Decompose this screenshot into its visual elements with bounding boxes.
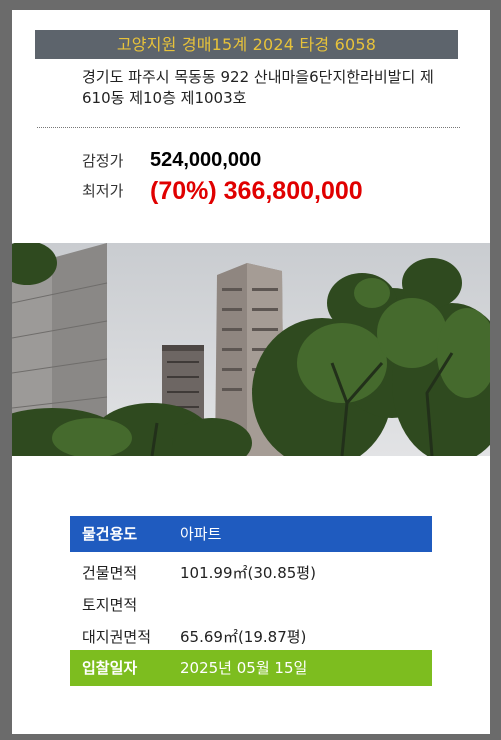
usage-row: 물건용도 아파트: [70, 516, 432, 552]
building-area-label: 건물면적: [82, 564, 138, 582]
building-area-row: 건물면적 101.99㎡(30.85평): [70, 555, 432, 591]
minimum-value: (70%) 366,800,000: [150, 177, 363, 205]
dotted-divider: [37, 127, 460, 128]
address-line-2: 610동 제10층 제1003호: [82, 89, 247, 107]
bid-date-row: 입찰일자 2025년 05월 15일: [70, 650, 432, 686]
property-address: 경기도 파주시 목동동 922 산내마을6단지한라비발디 제 610동 제10층…: [82, 67, 487, 109]
bid-date-value: 2025년 05월 15일: [180, 659, 308, 677]
appraisal-value: 524,000,000: [150, 149, 262, 171]
address-line-1: 경기도 파주시 목동동 922 산내마을6단지한라비발디 제: [82, 68, 434, 86]
appraisal-label: 감정가: [82, 152, 124, 170]
bid-date-label: 입찰일자: [82, 659, 138, 677]
usage-label: 물건용도: [82, 525, 138, 543]
minimum-label: 최저가: [82, 182, 124, 200]
property-photo: [12, 243, 490, 456]
building-area-value: 101.99㎡(30.85평): [180, 564, 316, 582]
land-area-row: 토지면적: [70, 587, 432, 623]
land-area-label: 토지면적: [82, 596, 138, 614]
auction-card: 고양지원 경매15계 2024 타경 6058 경기도 파주시 목동동 922 …: [12, 10, 490, 734]
case-title: 고양지원 경매15계 2024 타경 6058: [35, 30, 458, 59]
usage-value: 아파트: [180, 525, 222, 543]
